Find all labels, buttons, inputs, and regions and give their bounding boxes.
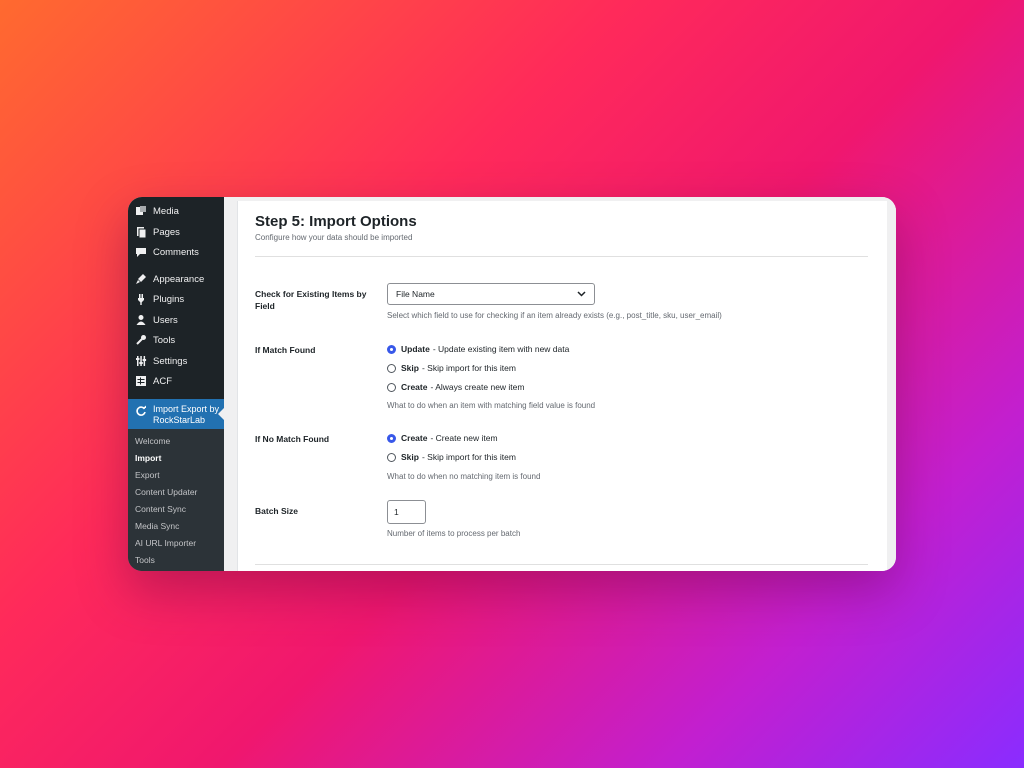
submenu: Welcome Import Export Content Updater Co…: [128, 429, 224, 571]
radio-unchecked-icon: [387, 382, 396, 392]
sidebar-item-label: Media: [153, 205, 179, 217]
admin-sidebar: Media Pages Comments Appearance Plugins …: [128, 197, 224, 571]
radio-create[interactable]: Create - Always create new item: [387, 382, 524, 392]
sidebar-item-label: Settings: [153, 355, 188, 367]
radio-no-match-skip[interactable]: Skip - Skip import for this item: [387, 452, 516, 462]
submenu-item-ai-url-importer[interactable]: AI URL Importer: [135, 538, 196, 548]
submenu-item-import[interactable]: Import: [135, 453, 161, 463]
sidebar-item-label: Import Export by RockStarLab: [153, 404, 220, 425]
media-icon: [133, 203, 149, 219]
sidebar-item-tools[interactable]: Tools: [128, 330, 224, 350]
submenu-item-content-updater[interactable]: Content Updater: [135, 487, 197, 497]
radio-update[interactable]: Update - Update existing item with new d…: [387, 344, 569, 354]
appearance-icon: [133, 271, 149, 287]
sidebar-item-label: ACF: [153, 375, 172, 387]
option-desc: - Always create new item: [430, 382, 525, 392]
sidebar-item-label: Appearance: [153, 273, 205, 285]
submenu-item-content-sync[interactable]: Content Sync: [135, 504, 186, 514]
option-name: Update: [401, 344, 430, 354]
sidebar-item-label: Users: [153, 314, 178, 326]
sidebar-item-plugins[interactable]: Plugins: [128, 289, 224, 309]
plugins-icon: [133, 291, 149, 307]
submenu-item-media-sync[interactable]: Media Sync: [135, 521, 179, 531]
batch-size-label: Batch Size: [255, 506, 298, 516]
submenu-item-export[interactable]: Export: [135, 470, 160, 480]
pages-icon: [133, 224, 149, 240]
sidebar-item-media[interactable]: Media: [128, 201, 224, 221]
batch-size-help: Number of items to process per batch: [387, 529, 521, 538]
sync-icon: [133, 403, 149, 419]
page-subtitle: Configure how your data should be import…: [255, 233, 413, 242]
divider: [255, 256, 868, 257]
sidebar-item-users[interactable]: Users: [128, 310, 224, 330]
sidebar-item-label: Plugins: [153, 293, 185, 305]
if-no-match-help: What to do when no matching item is foun…: [387, 472, 541, 481]
acf-icon: [133, 373, 149, 389]
radio-no-match-create[interactable]: Create - Create new item: [387, 433, 498, 443]
sidebar-item-import-export[interactable]: Import Export by RockStarLab: [128, 399, 224, 429]
if-no-match-label: If No Match Found: [255, 434, 330, 444]
radio-skip[interactable]: Skip - Skip import for this item: [387, 363, 516, 373]
import-options-panel: Step 5: Import Options Configure how you…: [237, 201, 887, 571]
sidebar-item-acf[interactable]: ACF: [128, 371, 224, 391]
tools-icon: [133, 332, 149, 348]
sidebar-item-label: Tools: [153, 334, 176, 346]
option-desc: - Update existing item with new data: [432, 344, 570, 354]
check-existing-label: Check for Existing Items by Field: [255, 289, 367, 311]
sidebar-item-label: Pages: [153, 226, 180, 238]
page-title: Step 5: Import Options: [255, 213, 417, 230]
option-name: Create: [401, 433, 428, 443]
if-match-label: If Match Found: [255, 345, 316, 355]
sidebar-item-label: Comments: [153, 246, 199, 258]
submenu-item-welcome[interactable]: Welcome: [135, 436, 170, 446]
settings-icon: [133, 353, 149, 369]
radio-unchecked-icon: [387, 363, 396, 373]
sidebar-item-appearance[interactable]: Appearance: [128, 269, 224, 289]
radio-checked-icon: [387, 344, 396, 354]
submenu-item-tools[interactable]: Tools: [135, 555, 155, 565]
option-desc: - Skip import for this item: [421, 363, 516, 373]
sidebar-item-pages[interactable]: Pages: [128, 222, 224, 242]
select-value: File Name: [396, 289, 435, 299]
radio-checked-icon: [387, 433, 396, 443]
sidebar-item-settings[interactable]: Settings: [128, 351, 224, 371]
option-name: Skip: [401, 452, 419, 462]
option-name: Create: [401, 382, 428, 392]
comments-icon: [133, 244, 149, 260]
option-desc: - Create new item: [430, 433, 498, 443]
match-field-select[interactable]: File Name: [387, 283, 595, 305]
batch-size-input[interactable]: 1: [387, 500, 426, 524]
if-match-help: What to do when an item with matching fi…: [387, 401, 596, 410]
app-window: Media Pages Comments Appearance Plugins …: [128, 197, 896, 571]
users-icon: [133, 312, 149, 328]
sidebar-item-comments[interactable]: Comments: [128, 242, 224, 262]
check-existing-help: Select which field to use for checking i…: [387, 311, 722, 320]
option-name: Skip: [401, 363, 419, 373]
divider: [255, 564, 868, 565]
option-desc: - Skip import for this item: [421, 452, 516, 462]
chevron-down-icon: [577, 291, 586, 297]
radio-unchecked-icon: [387, 452, 396, 462]
